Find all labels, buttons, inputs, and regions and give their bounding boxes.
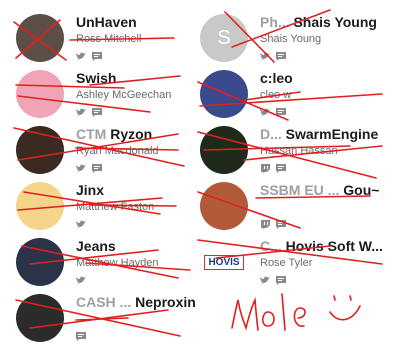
creator-real-name: Rose Tyler <box>260 257 313 269</box>
twitter-icon[interactable] <box>76 104 86 122</box>
twitter-icon[interactable] <box>260 104 270 122</box>
avatar[interactable]: HOVIS <box>200 238 248 286</box>
creator-card[interactable]: Jeans Matthew Hayden <box>0 238 190 290</box>
creator-card[interactable]: Swish Ashley McGeechan <box>0 70 190 122</box>
chat-icon[interactable] <box>276 104 286 122</box>
social-icons <box>76 160 102 178</box>
creator-name[interactable]: Ph... Shais Young <box>260 14 377 30</box>
creator-name[interactable]: c:leo <box>260 70 293 86</box>
team-tag: CTM <box>76 126 107 142</box>
social-icons <box>76 272 86 290</box>
avatar[interactable] <box>200 70 248 118</box>
twitter-icon[interactable] <box>76 160 86 178</box>
creator-real-name: Matthew Faston <box>76 201 155 213</box>
creator-card[interactable]: c:leo cleo w <box>184 70 374 122</box>
creator-handle: Ryzon <box>110 126 153 142</box>
avatar[interactable] <box>200 126 248 174</box>
twitter-icon[interactable] <box>76 216 86 234</box>
creator-real-name: Matthew Hayden <box>76 257 159 269</box>
creator-real-name: Hassan Hassan <box>260 145 338 157</box>
social-icons <box>76 48 102 66</box>
twitter-icon[interactable] <box>260 48 270 66</box>
twitch-icon[interactable] <box>260 160 270 178</box>
creator-handle: c:leo <box>260 70 293 86</box>
creator-handle: Neproxin <box>135 294 196 310</box>
creator-card[interactable]: D... SwarmEngine Hassan Hassan <box>184 126 378 178</box>
creator-name[interactable]: Jinx <box>76 182 104 198</box>
team-tag: Ph... <box>260 14 290 30</box>
chat-icon[interactable] <box>276 272 286 290</box>
creator-name[interactable]: C... Hovis Soft W... <box>260 238 383 254</box>
creator-handle: Gou~ <box>343 182 380 198</box>
avatar[interactable] <box>200 182 248 230</box>
creator-card[interactable]: UnHaven Ross Mitchell <box>0 14 190 66</box>
social-icons <box>260 216 286 234</box>
social-icons <box>76 104 102 122</box>
team-tag: CASH ... <box>76 294 132 310</box>
creator-real-name: Ashley McGeechan <box>76 89 172 101</box>
social-icons <box>260 104 286 122</box>
avatar[interactable] <box>16 70 64 118</box>
creator-name[interactable]: CTM Ryzon <box>76 126 152 142</box>
creator-handle: SwarmEngine <box>285 126 379 142</box>
social-icons <box>76 328 86 346</box>
team-tag: C... <box>260 238 282 254</box>
avatar[interactable] <box>16 14 64 62</box>
creator-card[interactable]: SSBM EU ... Gou~ <box>184 182 379 234</box>
chat-icon[interactable] <box>92 160 102 178</box>
creator-real-name: cleo w <box>260 89 292 101</box>
team-tag: SSBM EU ... <box>260 182 340 198</box>
avatar[interactable] <box>16 238 64 286</box>
chat-icon[interactable] <box>276 160 286 178</box>
creator-card[interactable]: S Ph... Shais Young Shais Young <box>184 14 377 66</box>
creator-handle: Shais Young <box>293 14 377 30</box>
twitch-icon[interactable] <box>260 216 270 234</box>
chat-icon[interactable] <box>276 216 286 234</box>
creator-card[interactable]: HOVIS C... Hovis Soft W... Rose Tyler <box>184 238 383 290</box>
creator-real-name: Ryan Macdonald <box>76 145 159 157</box>
creator-card[interactable]: CASH ... Neproxin <box>0 294 196 346</box>
social-icons <box>260 272 286 290</box>
chat-icon[interactable] <box>92 48 102 66</box>
creator-name[interactable]: Jeans <box>76 238 116 254</box>
chat-icon[interactable] <box>76 328 86 346</box>
creator-name[interactable]: CASH ... Neproxin <box>76 294 196 310</box>
twitter-icon[interactable] <box>76 48 86 66</box>
social-icons <box>76 216 86 234</box>
avatar[interactable] <box>16 182 64 230</box>
social-icons <box>260 48 286 66</box>
handwritten-note <box>231 293 361 331</box>
avatar-initial: S <box>217 26 231 49</box>
creator-name[interactable]: D... SwarmEngine <box>260 126 378 142</box>
avatar[interactable] <box>16 126 64 174</box>
chat-icon[interactable] <box>92 104 102 122</box>
creator-handle: Swish <box>76 70 117 86</box>
creator-handle: Jinx <box>76 182 105 198</box>
creator-name[interactable]: UnHaven <box>76 14 137 30</box>
team-tag: D... <box>260 126 282 142</box>
creator-card[interactable]: Jinx Matthew Faston <box>0 182 190 234</box>
social-icons <box>260 160 286 178</box>
creator-name[interactable]: SSBM EU ... Gou~ <box>260 182 379 198</box>
avatar[interactable] <box>16 294 64 342</box>
avatar-logo-text: HOVIS <box>204 254 244 270</box>
creator-real-name: Shais Young <box>260 33 322 45</box>
twitter-icon[interactable] <box>260 272 270 290</box>
avatar[interactable]: S <box>200 14 248 62</box>
twitter-icon[interactable] <box>76 272 86 290</box>
creator-handle: Jeans <box>76 238 116 254</box>
chat-icon[interactable] <box>276 48 286 66</box>
creator-card[interactable]: CTM Ryzon Ryan Macdonald <box>0 126 190 178</box>
creator-real-name: Ross Mitchell <box>76 33 142 45</box>
creator-handle: Hovis Soft W... <box>285 238 383 254</box>
creator-handle: UnHaven <box>76 14 137 30</box>
creator-name[interactable]: Swish <box>76 70 116 86</box>
